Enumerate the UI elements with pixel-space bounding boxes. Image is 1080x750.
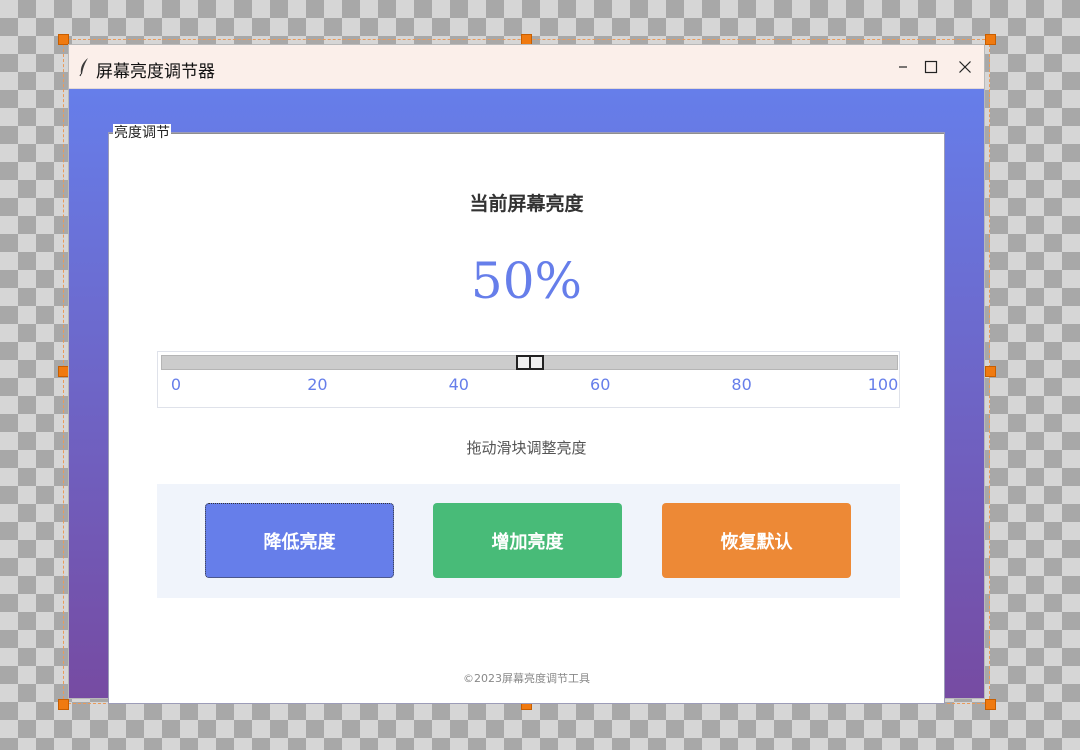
app-window: 屏幕亮度调节器 亮度调节 当前屏幕亮度 50% 0 20 40 60 80 10… [69, 45, 984, 704]
resize-handle-top-right[interactable] [985, 34, 996, 45]
brightness-slider[interactable]: 0 20 40 60 80 100 [157, 351, 900, 408]
brightness-heading: 当前屏幕亮度 [469, 193, 584, 215]
frame-label: 亮度调节 [113, 124, 171, 142]
maximize-icon [924, 60, 938, 74]
resize-handle-middle-left[interactable] [58, 366, 69, 377]
increase-brightness-button[interactable]: 增加亮度 [433, 503, 622, 578]
resize-handle-top-left[interactable] [58, 34, 69, 45]
feather-icon [79, 58, 88, 77]
window-title: 屏幕亮度调节器 [96, 62, 215, 82]
title-bar[interactable]: 屏幕亮度调节器 [69, 45, 984, 89]
resize-handle-top-center[interactable] [521, 34, 532, 45]
frame-border [109, 133, 944, 134]
slider-trough[interactable] [161, 355, 898, 370]
brightness-value: 50% [470, 252, 583, 310]
tick-label: 60 [590, 375, 611, 394]
maximize-button[interactable] [917, 53, 945, 81]
resize-handle-middle-right[interactable] [985, 366, 996, 377]
resize-handle-bottom-left[interactable] [58, 699, 69, 710]
tick-label: 20 [307, 375, 328, 394]
tick-label: 80 [731, 375, 752, 394]
brightness-panel: 亮度调节 当前屏幕亮度 50% 0 20 40 60 80 100 拖动滑块调整… [108, 124, 945, 704]
tick-label: 100 [867, 375, 899, 394]
window-client-area: 亮度调节 当前屏幕亮度 50% 0 20 40 60 80 100 拖动滑块调整… [69, 89, 984, 704]
footer-copyright: ©2023屏幕亮度调节工具 [463, 672, 590, 685]
close-icon [959, 61, 971, 73]
resize-handle-bottom-right[interactable] [985, 699, 996, 710]
button-area: 降低亮度 增加亮度 恢复默认 [157, 484, 900, 598]
slider-thumb[interactable] [515, 355, 544, 370]
close-button[interactable] [951, 53, 979, 81]
reset-default-button[interactable]: 恢复默认 [662, 503, 851, 578]
decrease-brightness-button[interactable]: 降低亮度 [205, 503, 394, 578]
minimize-button[interactable] [889, 53, 917, 81]
minimize-icon [899, 66, 907, 68]
slider-hint: 拖动滑块调整亮度 [466, 439, 587, 457]
tick-label: 0 [170, 375, 182, 394]
tick-label: 40 [448, 375, 469, 394]
